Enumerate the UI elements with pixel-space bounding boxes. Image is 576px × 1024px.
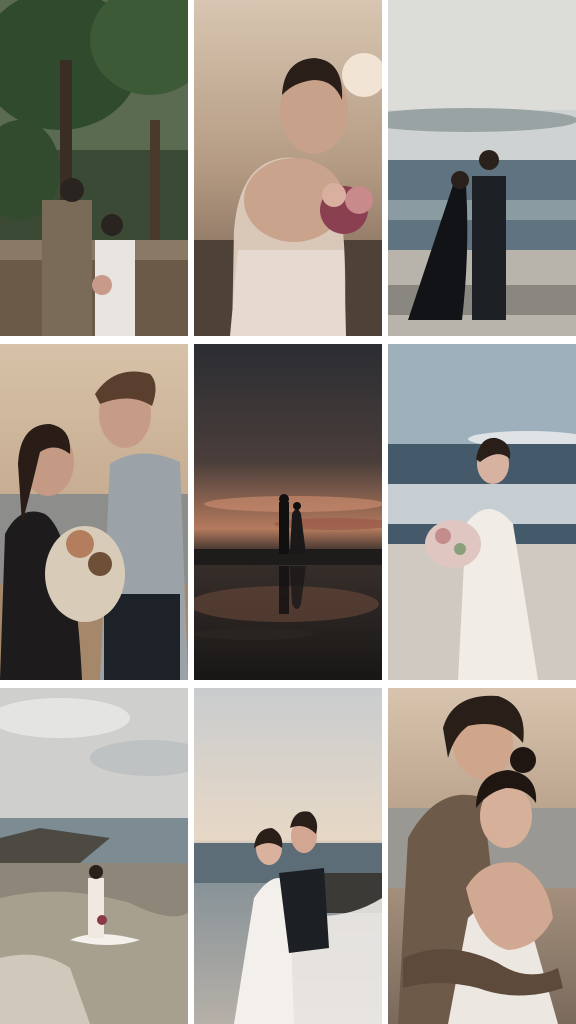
photo-couple-veil-beach-image — [194, 688, 382, 1024]
photo-couple-sea-rocks-image — [388, 0, 576, 336]
photo-bride-seated-rocks-image — [0, 688, 188, 1024]
photo-bride-bouquet-sunset[interactable] — [194, 0, 382, 336]
photo-couple-veil-beach[interactable] — [194, 688, 382, 1024]
photo-couple-sea-rocks[interactable] — [388, 0, 576, 336]
photo-silhouette-reflection[interactable] — [194, 344, 382, 680]
photo-couple-embrace[interactable] — [388, 688, 576, 1024]
photo-couple-forest-image — [0, 0, 188, 336]
photo-couple-forest[interactable] — [0, 0, 188, 336]
photo-bride-seated-rocks[interactable] — [0, 688, 188, 1024]
photo-bride-ocean-bouquet-image — [388, 344, 576, 680]
photo-couple-embrace-image — [388, 688, 576, 1024]
photo-silhouette-reflection-image — [194, 344, 382, 680]
photo-couple-facing-bouquet[interactable] — [0, 344, 188, 680]
photo-gallery-grid — [0, 0, 576, 1024]
photo-bride-bouquet-sunset-image — [194, 0, 382, 336]
photo-couple-facing-bouquet-image — [0, 344, 188, 680]
photo-bride-ocean-bouquet[interactable] — [388, 344, 576, 680]
